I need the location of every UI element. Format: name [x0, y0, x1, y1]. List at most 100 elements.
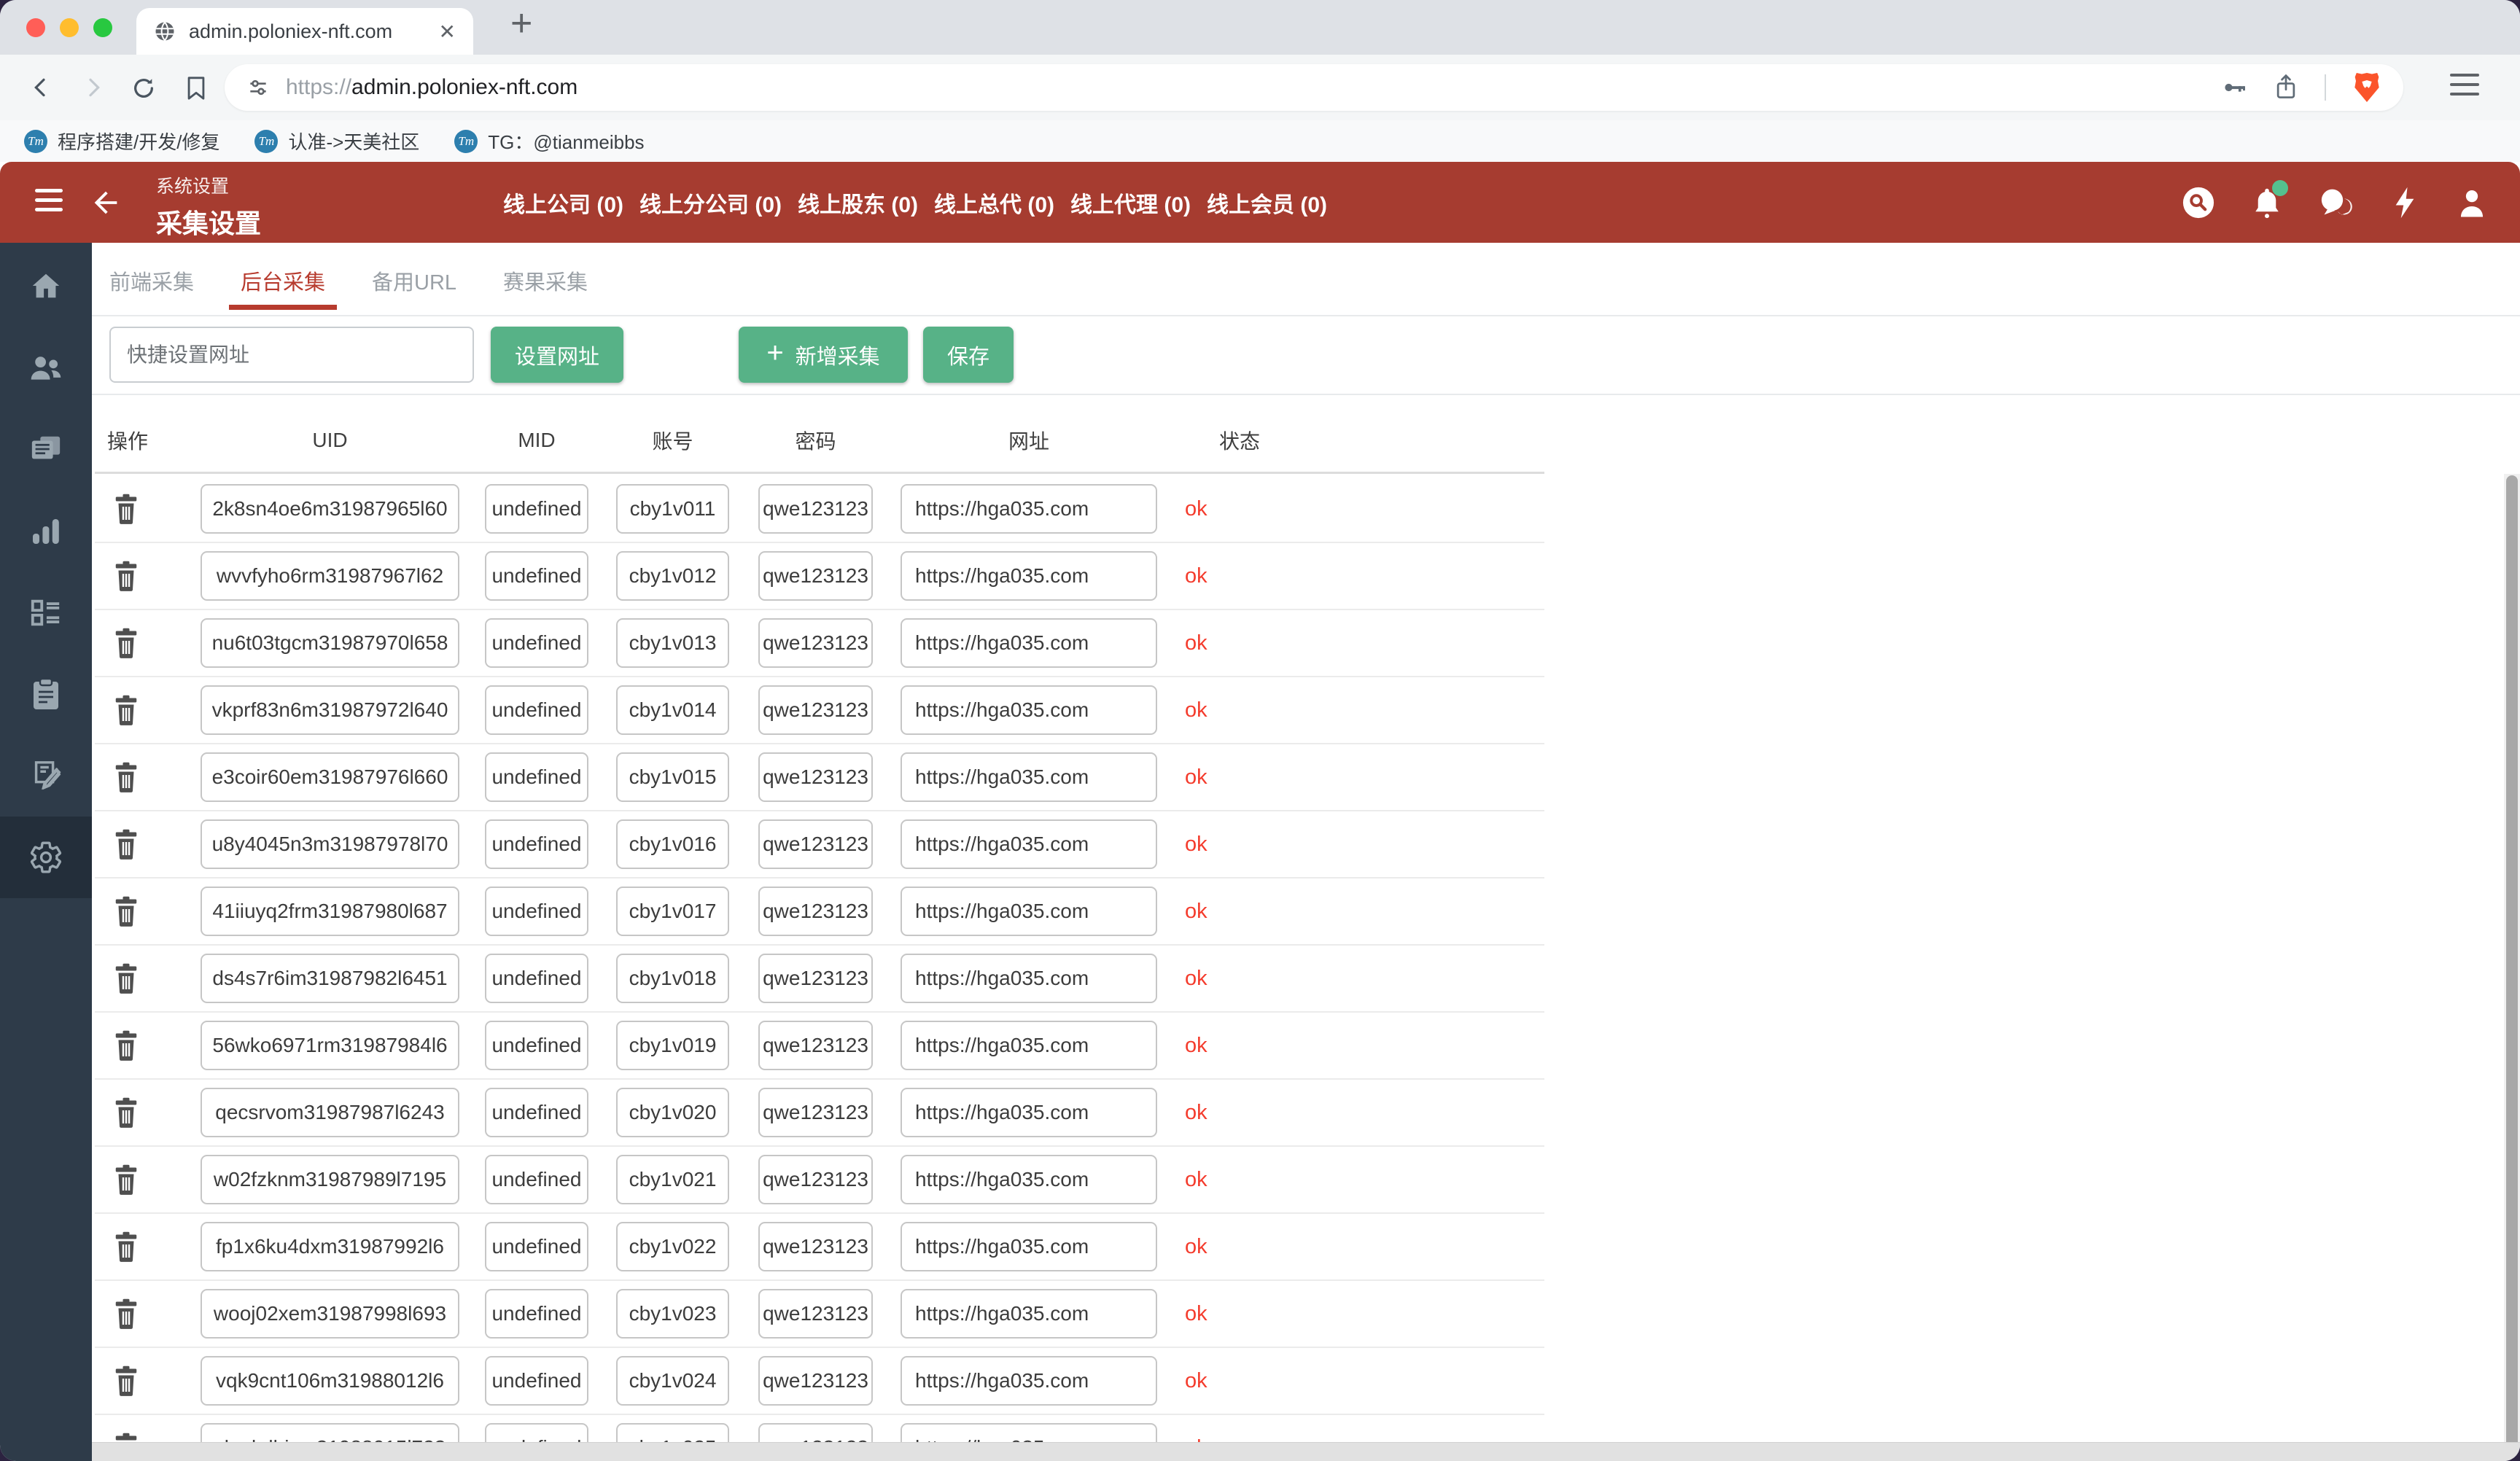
quick-url-input[interactable]: [109, 327, 474, 383]
delete-row-button[interactable]: [113, 628, 139, 658]
save-button[interactable]: 保存: [923, 327, 1014, 383]
url-input[interactable]: [901, 752, 1157, 802]
password-input[interactable]: [758, 1222, 873, 1271]
activity-bolt-icon[interactable]: [2390, 186, 2419, 219]
bookmark-icon[interactable]: [185, 76, 207, 101]
bookmark-item[interactable]: Tm 认准->天美社区: [254, 128, 419, 155]
sidebar-item-settings[interactable]: [0, 817, 92, 898]
nav-online-shareholder[interactable]: 线上股东 (0): [798, 187, 918, 219]
site-settings-icon[interactable]: [246, 76, 270, 99]
mid-input[interactable]: [485, 887, 588, 936]
new-tab-button[interactable]: +: [510, 1, 532, 45]
sidebar-item-users[interactable]: [0, 327, 92, 408]
reload-icon[interactable]: [131, 76, 156, 101]
maximize-window-button[interactable]: [93, 18, 112, 37]
mid-input[interactable]: [485, 819, 588, 869]
vertical-scrollbar[interactable]: [2504, 474, 2520, 1461]
password-input[interactable]: [758, 551, 873, 601]
delete-row-button[interactable]: [113, 829, 139, 860]
browser-tab[interactable]: admin.poloniex-nft.com ✕: [136, 8, 473, 55]
delete-row-button[interactable]: [113, 1030, 139, 1061]
account-input[interactable]: [616, 1021, 729, 1070]
account-input[interactable]: [616, 685, 729, 735]
password-input[interactable]: [758, 954, 873, 1003]
account-input[interactable]: [616, 752, 729, 802]
account-input[interactable]: [616, 887, 729, 936]
sidebar-item-news[interactable]: [0, 408, 92, 490]
back-icon[interactable]: [29, 76, 52, 99]
url-input[interactable]: [901, 887, 1157, 936]
mid-input[interactable]: [485, 551, 588, 601]
profile-icon[interactable]: [2456, 186, 2488, 219]
password-input[interactable]: [758, 1155, 873, 1204]
mid-input[interactable]: [485, 1222, 588, 1271]
account-input[interactable]: [616, 819, 729, 869]
sidebar-item-home[interactable]: [0, 245, 92, 327]
password-input[interactable]: [758, 1289, 873, 1339]
uid-input[interactable]: [201, 1222, 459, 1271]
url-input[interactable]: [901, 484, 1157, 534]
url-input[interactable]: [901, 1021, 1157, 1070]
url-input[interactable]: [901, 685, 1157, 735]
uid-input[interactable]: [201, 1088, 459, 1137]
delete-row-button[interactable]: [113, 1231, 139, 1262]
url-input[interactable]: [901, 1289, 1157, 1339]
delete-row-button[interactable]: [113, 896, 139, 927]
bookmark-item[interactable]: Tm TG：@tianmeibbs: [454, 128, 644, 155]
account-input[interactable]: [616, 484, 729, 534]
account-input[interactable]: [616, 1088, 729, 1137]
uid-input[interactable]: [201, 819, 459, 869]
nav-online-company[interactable]: 线上公司 (0): [503, 187, 623, 219]
nav-online-branch[interactable]: 线上分公司 (0): [639, 187, 782, 219]
uid-input[interactable]: [201, 484, 459, 534]
uid-input[interactable]: [201, 1356, 459, 1406]
mid-input[interactable]: [485, 1356, 588, 1406]
mid-input[interactable]: [485, 484, 588, 534]
url-input[interactable]: [901, 1155, 1157, 1204]
password-input[interactable]: [758, 1021, 873, 1070]
uid-input[interactable]: [201, 551, 459, 601]
url-input[interactable]: [901, 551, 1157, 601]
uid-input[interactable]: [201, 685, 459, 735]
url-input[interactable]: [901, 819, 1157, 869]
tab-backend-collect[interactable]: 后台采集: [241, 265, 325, 296]
password-input[interactable]: [758, 752, 873, 802]
account-input[interactable]: [616, 954, 729, 1003]
uid-input[interactable]: [201, 618, 459, 668]
url-input[interactable]: [901, 618, 1157, 668]
uid-input[interactable]: [201, 1155, 459, 1204]
uid-input[interactable]: [201, 887, 459, 936]
account-input[interactable]: [616, 1155, 729, 1204]
tab-score-collect[interactable]: 赛果采集: [503, 265, 588, 296]
account-input[interactable]: [616, 1356, 729, 1406]
tab-backup-url[interactable]: 备用URL: [372, 265, 456, 296]
add-collect-button[interactable]: +新增采集: [739, 327, 908, 383]
password-input[interactable]: [758, 819, 873, 869]
account-input[interactable]: [616, 551, 729, 601]
delete-row-button[interactable]: [113, 695, 139, 725]
url-input[interactable]: [901, 1222, 1157, 1271]
account-input[interactable]: [616, 618, 729, 668]
delete-row-button[interactable]: [113, 1164, 139, 1195]
sidebar-item-stats[interactable]: [0, 490, 92, 572]
url-input[interactable]: [901, 1088, 1157, 1137]
password-input[interactable]: [758, 1356, 873, 1406]
close-window-button[interactable]: [26, 18, 45, 37]
password-input[interactable]: [758, 484, 873, 534]
brave-shield-icon[interactable]: [2352, 71, 2381, 104]
back-arrow-icon[interactable]: [89, 186, 122, 219]
notifications-bell-icon[interactable]: [2252, 186, 2282, 219]
uid-input[interactable]: [201, 954, 459, 1003]
uid-input[interactable]: [201, 1021, 459, 1070]
sidebar-item-forms[interactable]: [0, 572, 92, 653]
bookmark-item[interactable]: Tm 程序搭建/开发/修复: [24, 128, 219, 155]
mid-input[interactable]: [485, 752, 588, 802]
sidebar-toggle-icon[interactable]: [35, 189, 63, 211]
password-key-icon[interactable]: [2221, 74, 2247, 101]
delete-row-button[interactable]: [113, 963, 139, 994]
delete-row-button[interactable]: [113, 1298, 139, 1329]
share-icon[interactable]: [2274, 74, 2298, 101]
nav-online-general-agent[interactable]: 线上总代 (0): [934, 187, 1054, 219]
password-input[interactable]: [758, 1088, 873, 1137]
close-tab-icon[interactable]: ✕: [439, 20, 456, 44]
